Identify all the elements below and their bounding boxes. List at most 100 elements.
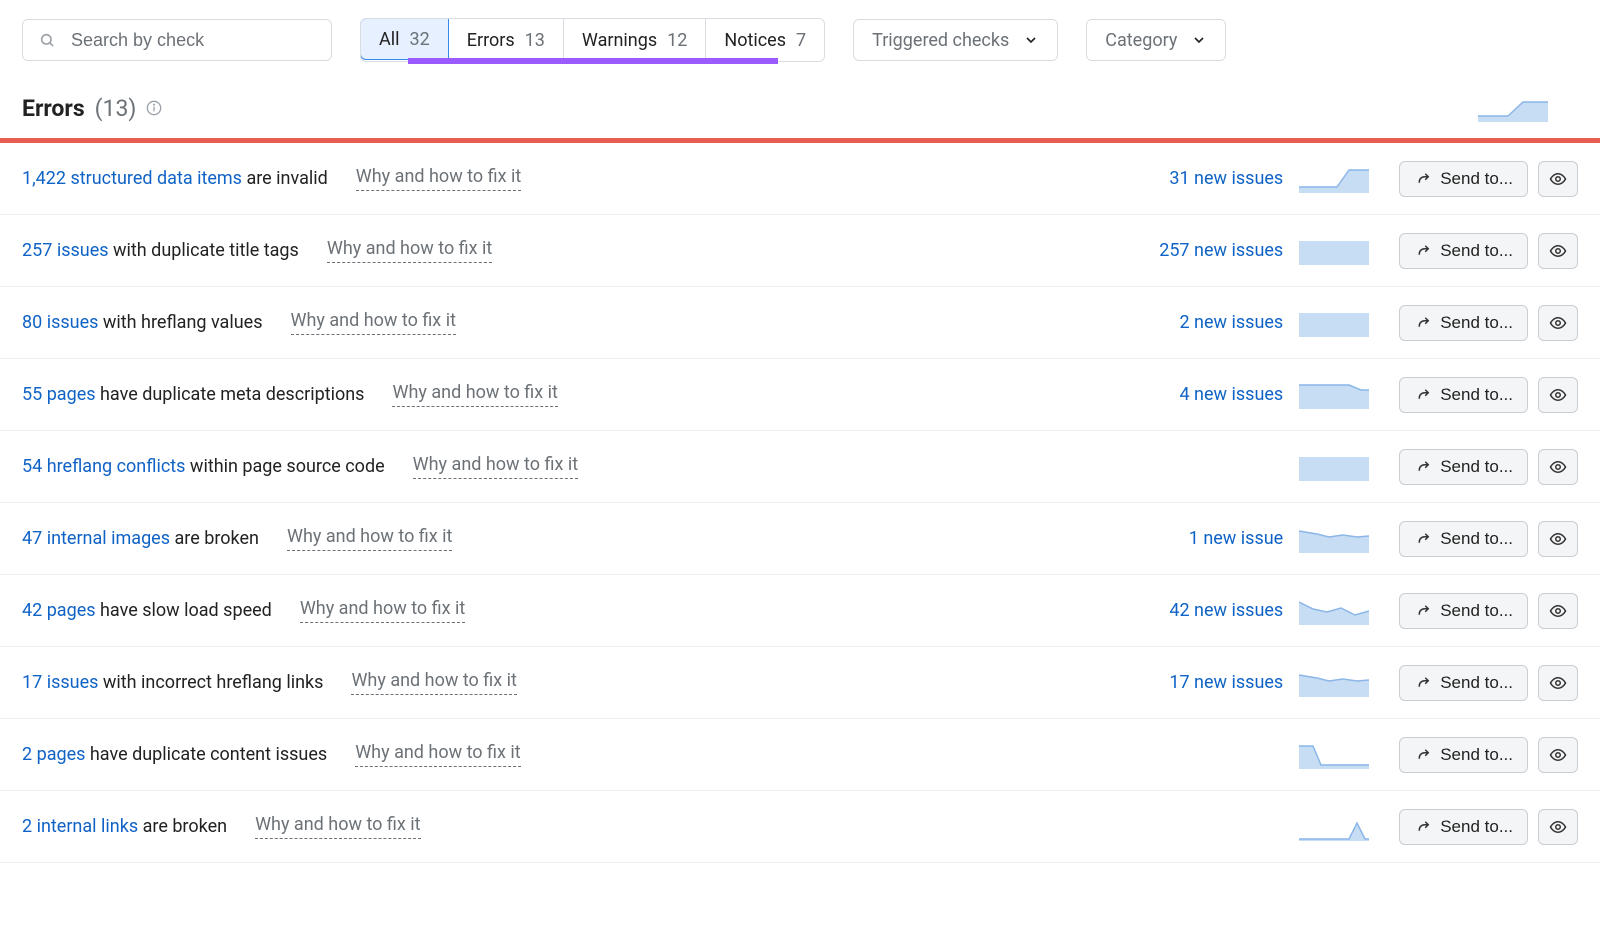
issue-link[interactable]: 80 issues bbox=[22, 312, 98, 333]
visibility-button[interactable] bbox=[1538, 161, 1578, 197]
tab-all[interactable]: All 32 bbox=[360, 18, 449, 60]
chevron-down-icon bbox=[1023, 32, 1039, 48]
chevron-down-icon bbox=[1191, 32, 1207, 48]
visibility-button[interactable] bbox=[1538, 233, 1578, 269]
issue-text: with incorrect hreflang links bbox=[98, 672, 323, 693]
why-link[interactable]: Why and how to fix it bbox=[300, 598, 465, 623]
issue-link[interactable]: 17 issues bbox=[22, 672, 98, 693]
send-to-button[interactable]: Send to... bbox=[1399, 521, 1528, 557]
visibility-button[interactable] bbox=[1538, 665, 1578, 701]
info-icon[interactable] bbox=[146, 95, 162, 122]
send-to-button[interactable]: Send to... bbox=[1399, 305, 1528, 341]
category-dropdown[interactable]: Category bbox=[1086, 19, 1226, 61]
send-to-label: Send to... bbox=[1440, 745, 1513, 765]
section-title-text: Errors bbox=[22, 95, 85, 122]
why-link[interactable]: Why and how to fix it bbox=[291, 310, 456, 335]
issue-row: 54 hreflang conflicts within page source… bbox=[0, 431, 1600, 503]
issue-text: have duplicate meta descriptions bbox=[96, 384, 365, 405]
visibility-button[interactable] bbox=[1538, 521, 1578, 557]
sparkline bbox=[1299, 165, 1369, 193]
triggered-checks-dropdown[interactable]: Triggered checks bbox=[853, 19, 1058, 61]
issue-link[interactable]: 2 internal links bbox=[22, 816, 138, 837]
dropdown-label: Triggered checks bbox=[872, 30, 1009, 51]
dropdown-label: Category bbox=[1105, 30, 1177, 51]
sparkline bbox=[1299, 669, 1369, 697]
why-link[interactable]: Why and how to fix it bbox=[413, 454, 578, 479]
issue-row: 47 internal images are broken Why and ho… bbox=[0, 503, 1600, 575]
visibility-button[interactable] bbox=[1538, 377, 1578, 413]
visibility-button[interactable] bbox=[1538, 593, 1578, 629]
issue-row: 257 issues with duplicate title tags Why… bbox=[0, 215, 1600, 287]
tab-label: All bbox=[379, 29, 400, 50]
send-to-label: Send to... bbox=[1440, 529, 1513, 549]
why-link[interactable]: Why and how to fix it bbox=[392, 382, 557, 407]
sparkline bbox=[1299, 597, 1369, 625]
issue-row: 42 pages have slow load speed Why and ho… bbox=[0, 575, 1600, 647]
send-to-label: Send to... bbox=[1440, 169, 1513, 189]
section-count: (13) bbox=[95, 95, 137, 122]
issue-link[interactable]: 54 hreflang conflicts bbox=[22, 456, 185, 477]
send-to-button[interactable]: Send to... bbox=[1399, 737, 1528, 773]
issue-text: have duplicate content issues bbox=[85, 744, 327, 765]
issue-link[interactable]: 47 internal images bbox=[22, 528, 170, 549]
sparkline bbox=[1299, 741, 1369, 769]
visibility-button[interactable] bbox=[1538, 809, 1578, 845]
visibility-button[interactable] bbox=[1538, 449, 1578, 485]
why-link[interactable]: Why and how to fix it bbox=[355, 742, 520, 767]
issue-text: are invalid bbox=[242, 168, 328, 189]
issue-link[interactable]: 1,422 structured data items bbox=[22, 168, 242, 189]
new-issues-link[interactable]: 2 new issues bbox=[1083, 312, 1283, 333]
issue-link[interactable]: 2 pages bbox=[22, 744, 85, 765]
new-issues-link[interactable]: 1 new issue bbox=[1083, 528, 1283, 549]
tab-errors[interactable]: Errors 13 bbox=[449, 19, 564, 61]
send-to-button[interactable]: Send to... bbox=[1399, 377, 1528, 413]
new-issues-link[interactable]: 17 new issues bbox=[1083, 672, 1283, 693]
issue-text: within page source code bbox=[185, 456, 384, 477]
sparkline bbox=[1299, 237, 1369, 265]
tab-warnings[interactable]: Warnings 12 bbox=[564, 19, 706, 61]
tab-count: 32 bbox=[410, 29, 430, 50]
issue-row: 2 internal links are broken Why and how … bbox=[0, 791, 1600, 863]
send-to-button[interactable]: Send to... bbox=[1399, 233, 1528, 269]
why-link[interactable]: Why and how to fix it bbox=[287, 526, 452, 551]
why-link[interactable]: Why and how to fix it bbox=[327, 238, 492, 263]
section-title: Errors (13) bbox=[22, 95, 162, 122]
tab-notices[interactable]: Notices 7 bbox=[706, 19, 824, 61]
new-issues-link[interactable]: 31 new issues bbox=[1083, 168, 1283, 189]
send-to-label: Send to... bbox=[1440, 313, 1513, 333]
send-to-button[interactable]: Send to... bbox=[1399, 449, 1528, 485]
highlight-underline bbox=[408, 58, 778, 64]
tab-count: 12 bbox=[667, 30, 687, 51]
issue-row: 55 pages have duplicate meta description… bbox=[0, 359, 1600, 431]
search-icon bbox=[39, 31, 55, 49]
issue-link[interactable]: 55 pages bbox=[22, 384, 96, 405]
send-to-button[interactable]: Send to... bbox=[1399, 593, 1528, 629]
new-issues-link[interactable]: 4 new issues bbox=[1083, 384, 1283, 405]
send-to-label: Send to... bbox=[1440, 673, 1513, 693]
why-link[interactable]: Why and how to fix it bbox=[351, 670, 516, 695]
why-link[interactable]: Why and how to fix it bbox=[356, 166, 521, 191]
why-link[interactable]: Why and how to fix it bbox=[255, 814, 420, 839]
send-to-button[interactable]: Send to... bbox=[1399, 809, 1528, 845]
visibility-button[interactable] bbox=[1538, 305, 1578, 341]
new-issues-link[interactable]: 42 new issues bbox=[1083, 600, 1283, 621]
issue-link[interactable]: 42 pages bbox=[22, 600, 96, 621]
issue-text: are broken bbox=[170, 528, 259, 549]
tab-label: Warnings bbox=[582, 30, 657, 51]
issue-row: 1,422 structured data items are invalid … bbox=[0, 143, 1600, 215]
sparkline bbox=[1299, 525, 1369, 553]
visibility-button[interactable] bbox=[1538, 737, 1578, 773]
send-to-button[interactable]: Send to... bbox=[1399, 665, 1528, 701]
tab-label: Errors bbox=[467, 30, 515, 51]
sparkline bbox=[1299, 453, 1369, 481]
tab-count: 7 bbox=[796, 30, 806, 51]
search-input-wrap[interactable] bbox=[22, 19, 332, 61]
send-to-label: Send to... bbox=[1440, 601, 1513, 621]
send-to-label: Send to... bbox=[1440, 241, 1513, 261]
send-to-button[interactable]: Send to... bbox=[1399, 161, 1528, 197]
send-to-label: Send to... bbox=[1440, 817, 1513, 837]
search-input[interactable] bbox=[69, 29, 315, 52]
issue-link[interactable]: 257 issues bbox=[22, 240, 109, 261]
new-issues-link[interactable]: 257 new issues bbox=[1083, 240, 1283, 261]
send-to-label: Send to... bbox=[1440, 457, 1513, 477]
